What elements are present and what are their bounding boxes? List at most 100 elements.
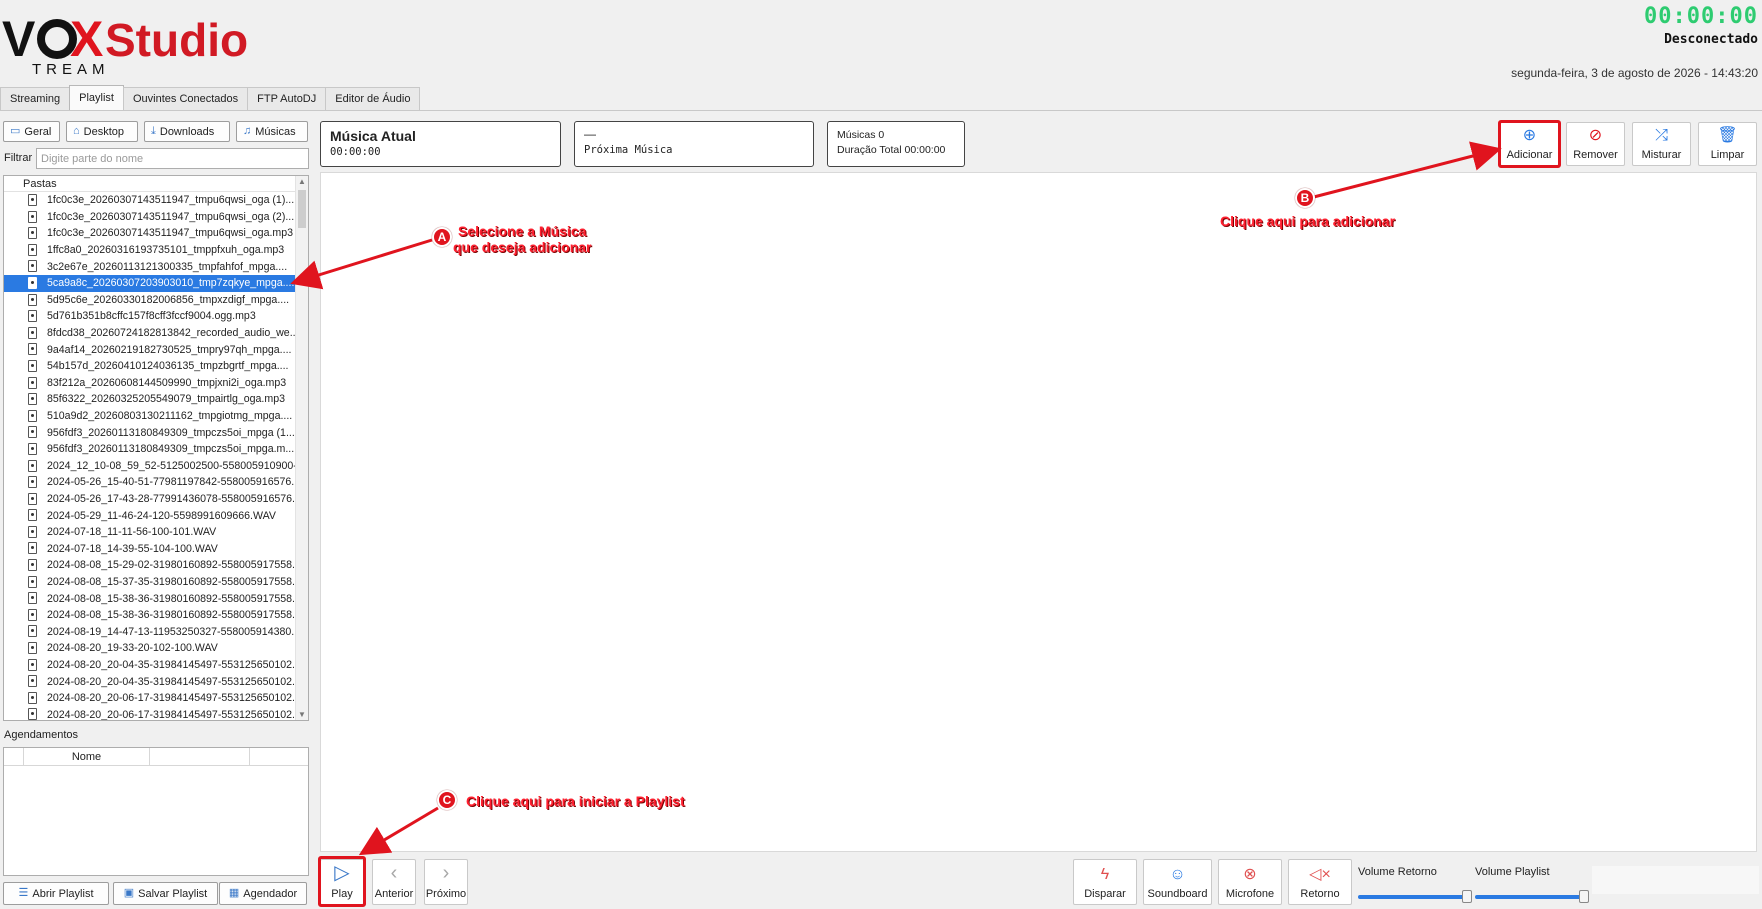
audio-file-icon: [28, 691, 37, 704]
session-clock: 00:00:00: [1644, 4, 1758, 29]
file-tree[interactable]: Pastas 1fc0c3e_20260307143511947_tmpu6qw…: [3, 175, 309, 721]
file-row[interactable]: 2024-07-18_11-11-56-100-101.WAV: [4, 524, 296, 541]
file-row[interactable]: 83f212a_20260608144509990_tmpjxni2i_oga.…: [4, 375, 296, 392]
playlist-area[interactable]: [320, 172, 1757, 852]
file-row[interactable]: 2024-08-19_14-47-13-11953250327-55800591…: [4, 623, 296, 640]
download-icon: ⤓: [151, 125, 156, 137]
file-row[interactable]: 1fc0c3e_20260307143511947_tmpu6qwsi_oga …: [4, 209, 296, 226]
file-row[interactable]: 1ffc8a0_20260316193735101_tmppfxuh_oga.m…: [4, 242, 296, 259]
file-row[interactable]: 2024-08-08_15-37-35-31980160892-55800591…: [4, 574, 296, 591]
file-row[interactable]: 2024-05-29_11-46-24-120-5598991609666.WA…: [4, 507, 296, 524]
next-track-name: —: [584, 127, 596, 141]
annotation-a-line2: que deseja adicionar: [453, 239, 592, 255]
file-row[interactable]: 5d95c6e_20260330182006856_tmpxzdigf_mpga…: [4, 292, 296, 309]
audio-file-icon: [28, 592, 37, 605]
smiley-icon: ☺: [1169, 866, 1186, 883]
clear-button[interactable]: 🗑 Limpar: [1698, 122, 1757, 166]
audio-file-icon: [28, 442, 37, 455]
file-name: 2024-08-20_20-04-35-31984145497-55312565…: [47, 675, 296, 688]
file-row[interactable]: 2024_12_10-08_59_52-5125002500-558005910…: [4, 458, 296, 475]
tab-playlist[interactable]: Playlist: [69, 85, 124, 111]
tab-streaming[interactable]: Streaming: [0, 87, 71, 111]
file-name: 1fc0c3e_20260307143511947_tmpu6qwsi_oga …: [47, 210, 296, 223]
file-row[interactable]: 2024-08-20_20-04-35-31984145497-55312565…: [4, 657, 296, 674]
file-row[interactable]: 2024-08-08_15-29-02-31980160892-55800591…: [4, 557, 296, 574]
tab-ftp-autodj[interactable]: FTP AutoDJ: [247, 87, 327, 111]
soundboard-button[interactable]: ☺ Soundboard: [1143, 859, 1212, 905]
folder-music-button[interactable]: ♫ Músicas: [236, 121, 308, 142]
column-name[interactable]: Nome: [24, 748, 150, 765]
scroll-thumb[interactable]: [298, 190, 306, 228]
file-name: 2024-08-08_15-37-35-31980160892-55800591…: [47, 575, 296, 588]
file-row[interactable]: 2024-08-20_20-06-17-31984145497-55312565…: [4, 706, 296, 720]
file-row[interactable]: 2024-08-08_15-38-36-31980160892-55800591…: [4, 607, 296, 624]
audio-file-icon: [28, 260, 37, 273]
return-button[interactable]: ◁× Retorno: [1288, 859, 1352, 905]
file-row[interactable]: 2024-05-26_17-43-28-77991436078-55800591…: [4, 491, 296, 508]
tree-scrollbar[interactable]: ▲ ▼: [295, 176, 308, 720]
folder-general-button[interactable]: ▭ Geral: [3, 121, 60, 142]
save-playlist-button[interactable]: ▣ Salvar Playlist: [113, 882, 218, 905]
previous-button[interactable]: ‹ Anterior: [372, 859, 416, 905]
play-button[interactable]: ▷ Play: [320, 859, 364, 905]
file-row[interactable]: 510a9d2_20260803130211162_tmpgiotmg_mpga…: [4, 408, 296, 425]
file-row[interactable]: 2024-07-18_14-39-55-104-100.WAV: [4, 540, 296, 557]
file-row[interactable]: 956fdf3_20260113180849309_tmpczs5oi_mpga…: [4, 424, 296, 441]
tab-audio-editor[interactable]: Editor de Áudio: [325, 87, 421, 111]
file-row[interactable]: 956fdf3_20260113180849309_tmpczs5oi_mpga…: [4, 441, 296, 458]
file-name: 85f6322_20260325205549079_tmpairtlg_oga.…: [47, 393, 285, 406]
add-button[interactable]: ⊕ Adicionar: [1500, 122, 1559, 166]
audio-file-icon: [28, 293, 37, 306]
file-row[interactable]: 2024-08-20_19-33-20-102-100.WAV: [4, 640, 296, 657]
file-row[interactable]: 5ca9a8c_20260307203903010_tmp7zqkye_mpga…: [4, 274, 296, 292]
file-name: 2024-05-26_15-40-51-77981197842-55800591…: [47, 476, 296, 489]
open-playlist-button[interactable]: ☰ Abrir Playlist: [3, 882, 109, 905]
trash-icon: 🗑: [1717, 127, 1738, 144]
file-row[interactable]: 85f6322_20260325205549079_tmpairtlg_oga.…: [4, 391, 296, 408]
scroll-down-icon[interactable]: ▼: [298, 710, 306, 719]
return-volume-slider[interactable]: [1358, 890, 1472, 903]
scheduler-button[interactable]: ▦ Agendador: [219, 882, 307, 905]
current-track-title: Música Atual: [330, 128, 416, 144]
slider-knob[interactable]: [1462, 890, 1472, 903]
track-count: Músicas 0: [837, 129, 885, 141]
scroll-up-icon[interactable]: ▲: [298, 177, 306, 186]
file-name: 1ffc8a0_20260316193735101_tmppfxuh_oga.m…: [47, 244, 285, 257]
file-row[interactable]: 1fc0c3e_20260307143511947_tmpu6qwsi_oga …: [4, 192, 296, 209]
file-row[interactable]: 3c2e67e_20260113121300335_tmpfahfof_mpga…: [4, 258, 296, 275]
playlist-volume-slider[interactable]: [1475, 890, 1589, 903]
file-row[interactable]: 54b157d_20260410124036135_tmpzbgrtf_mpga…: [4, 358, 296, 375]
file-row[interactable]: 2024-05-26_15-40-51-77981197842-55800591…: [4, 474, 296, 491]
audio-file-icon: [28, 559, 37, 572]
slider-knob[interactable]: [1579, 890, 1589, 903]
audio-file-icon: [28, 608, 37, 621]
music-note-icon: ♫: [243, 125, 252, 137]
file-row[interactable]: 2024-08-08_15-38-36-31980160892-55800591…: [4, 590, 296, 607]
filter-input[interactable]: [36, 148, 309, 169]
trigger-button[interactable]: ϟ Disparar: [1073, 859, 1137, 905]
return-volume-label: Volume Retorno: [1358, 866, 1437, 878]
file-name: 2024-08-20_20-06-17-31984145497-55312565…: [47, 692, 296, 705]
tab-listeners[interactable]: Ouvintes Conectados: [122, 87, 249, 111]
shuffle-button[interactable]: ⤮ Misturar: [1632, 122, 1691, 166]
folder-downloads-button[interactable]: ⤓ Downloads: [144, 121, 230, 142]
list-icon: ☰: [18, 887, 29, 899]
file-row[interactable]: 2024-08-20_20-06-17-31984145497-55312565…: [4, 690, 296, 707]
audio-file-icon: [28, 492, 37, 505]
file-name: 3c2e67e_20260113121300335_tmpfahfof_mpga…: [47, 260, 288, 273]
microphone-off-icon: ⊗: [1243, 866, 1257, 883]
file-row[interactable]: 8fdcd38_20260724182813842_recorded_audio…: [4, 325, 296, 342]
plus-circle-icon: ⊕: [1522, 127, 1537, 144]
schedules-table[interactable]: Nome: [3, 747, 309, 876]
microphone-button[interactable]: ⊗ Microfone: [1218, 859, 1282, 905]
next-button[interactable]: › Próximo: [424, 859, 468, 905]
file-row[interactable]: 2024-08-20_20-04-35-31984145497-55312565…: [4, 673, 296, 690]
remove-button[interactable]: ⊘ Remover: [1566, 122, 1625, 166]
folder-desktop-button[interactable]: ⌂ Desktop: [66, 121, 138, 142]
svg-text:X: X: [70, 11, 103, 67]
file-row[interactable]: 5d761b351b8cffc157f8cff3fccf9004.ogg.mp3: [4, 308, 296, 325]
file-row[interactable]: 9a4af14_20260219182730525_tmpry97qh_mpga…: [4, 341, 296, 358]
schedules-header: Nome: [4, 748, 308, 766]
play-icon: ▷: [334, 862, 350, 884]
file-row[interactable]: 1fc0c3e_20260307143511947_tmpu6qwsi_oga.…: [4, 225, 296, 242]
